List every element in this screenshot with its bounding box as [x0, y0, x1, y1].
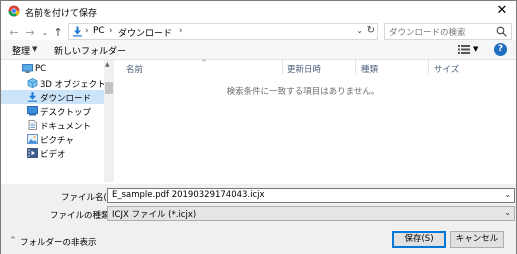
breadcrumb-separator: › [85, 26, 89, 36]
window-title: 名前を付けて保存 [25, 9, 98, 19]
computer-icon [22, 64, 33, 73]
sidebar-item-label: 3D オブジェクト [40, 80, 106, 90]
column-header-modified[interactable]: 更新日時 [287, 63, 321, 75]
column-divider[interactable] [355, 60, 356, 75]
title-bar: 名前を付けて保存 ✕ [1, 1, 516, 23]
breadcrumb-separator[interactable]: › [179, 26, 183, 36]
save-button[interactable]: 保存(S) [392, 231, 446, 248]
breadcrumb-downloads[interactable]: ダウンロード [118, 26, 172, 39]
refresh-icon[interactable]: ↻ [367, 25, 375, 36]
picture-icon [27, 134, 38, 144]
chevron-down-icon[interactable]: ⌄ [504, 208, 511, 217]
sidebar-item-label: ビデオ [40, 150, 66, 160]
sidebar-item-label: PC [35, 64, 47, 74]
empty-list-message: 検索条件に一致する項目はありません。 [226, 87, 380, 97]
search-input[interactable]: ダウンロードの検索 [384, 23, 512, 40]
sidebar-item-documents[interactable]: ドキュメント [1, 118, 104, 132]
save-as-dialog: 名前を付けて保存 ✕ ← → ⌄ ↑ › PC › ダウンロード › ⌄ ↻ ダ… [0, 0, 517, 254]
nav-scrollbar[interactable]: ▲ [104, 60, 114, 182]
sidebar-item-desktop[interactable]: デスクトップ [1, 104, 104, 118]
sidebar-item-pictures[interactable]: ピクチャ [1, 132, 104, 146]
scroll-thumb[interactable] [105, 82, 113, 94]
close-button[interactable]: ✕ [490, 2, 514, 20]
desktop-icon [27, 106, 38, 116]
sidebar-item-label: ドキュメント [40, 122, 92, 132]
sort-indicator-icon: ^ [201, 59, 207, 67]
back-arrow-icon[interactable]: ← [7, 26, 21, 40]
help-icon[interactable]: ? [494, 43, 507, 56]
view-dropdown-icon[interactable]: ▼ [473, 45, 478, 53]
breadcrumb-pc[interactable]: PC [93, 26, 105, 36]
filetype-select[interactable]: ICJX ファイル (*.icjx) ⌄ [107, 206, 515, 221]
recent-locations-dropdown-icon[interactable]: ⌄ [38, 26, 52, 40]
sidebar-item-label: デスクトップ [40, 108, 92, 118]
navigation-pane: PC 3D オブジェクト ダウンロード デスクトップ ドキュメント ピクチャ ビ… [1, 60, 114, 182]
chrome-app-icon [8, 5, 20, 17]
column-header-name[interactable]: 名前 [126, 63, 143, 75]
sidebar-item-label: ダウンロード [40, 94, 92, 104]
download-icon [28, 92, 37, 102]
close-icon: ✕ [496, 3, 508, 18]
filetype-value: ICJX ファイル (*.icjx) [112, 210, 197, 220]
sidebar-item-pc[interactable]: PC [1, 62, 104, 76]
organize-button[interactable]: 整理 [12, 44, 30, 57]
sidebar-item-videos[interactable]: ビデオ [1, 146, 104, 160]
address-dropdown-icon[interactable]: ⌄ [356, 26, 363, 35]
search-placeholder: ダウンロードの検索 [389, 28, 466, 38]
column-header-type[interactable]: 種類 [361, 63, 378, 75]
save-form: ファイル名(N): E_sample.pdf 20190329174043.ic… [1, 184, 516, 254]
column-header-size[interactable]: サイズ [434, 63, 459, 75]
chevron-down-icon[interactable]: ▼ [32, 45, 37, 53]
scroll-up-icon[interactable]: ▲ [105, 61, 110, 68]
hide-folders-label: フォルダーの非表示 [20, 238, 97, 248]
filename-field[interactable]: E_sample.pdf 20190329174043.icjx ⌄ [107, 188, 515, 203]
chevron-down-icon[interactable]: ⌄ [504, 190, 511, 199]
column-divider[interactable] [428, 60, 429, 75]
sidebar-item-label: ピクチャ [40, 136, 74, 146]
file-list[interactable]: ^ 名前 更新日時 種類 サイズ 検索条件に一致する項目はありません。 [118, 59, 516, 182]
breadcrumb-separator[interactable]: › [109, 26, 113, 36]
document-icon [28, 120, 37, 130]
cube-icon [27, 78, 38, 88]
sidebar-item-downloads[interactable]: ダウンロード [1, 90, 104, 104]
download-folder-icon [73, 26, 82, 37]
cancel-button[interactable]: キャンセル [450, 231, 504, 248]
filename-value[interactable]: E_sample.pdf 20190329174043.icjx [112, 190, 265, 200]
new-folder-button[interactable]: 新しいフォルダー [54, 44, 126, 57]
address-bar[interactable]: › PC › ダウンロード › ⌄ ↻ [68, 23, 378, 40]
chevron-up-icon: ^ [10, 236, 16, 244]
view-options-icon[interactable] [458, 44, 470, 55]
video-icon [27, 148, 38, 158]
command-toolbar: 整理 ▼ 新しいフォルダー ▼ ? [1, 40, 516, 60]
column-divider[interactable] [282, 60, 283, 75]
search-icon [496, 26, 507, 37]
up-arrow-icon[interactable]: ↑ [51, 26, 65, 40]
sidebar-item-3d-objects[interactable]: 3D オブジェクト [1, 76, 106, 90]
forward-arrow-icon[interactable]: → [23, 26, 37, 40]
